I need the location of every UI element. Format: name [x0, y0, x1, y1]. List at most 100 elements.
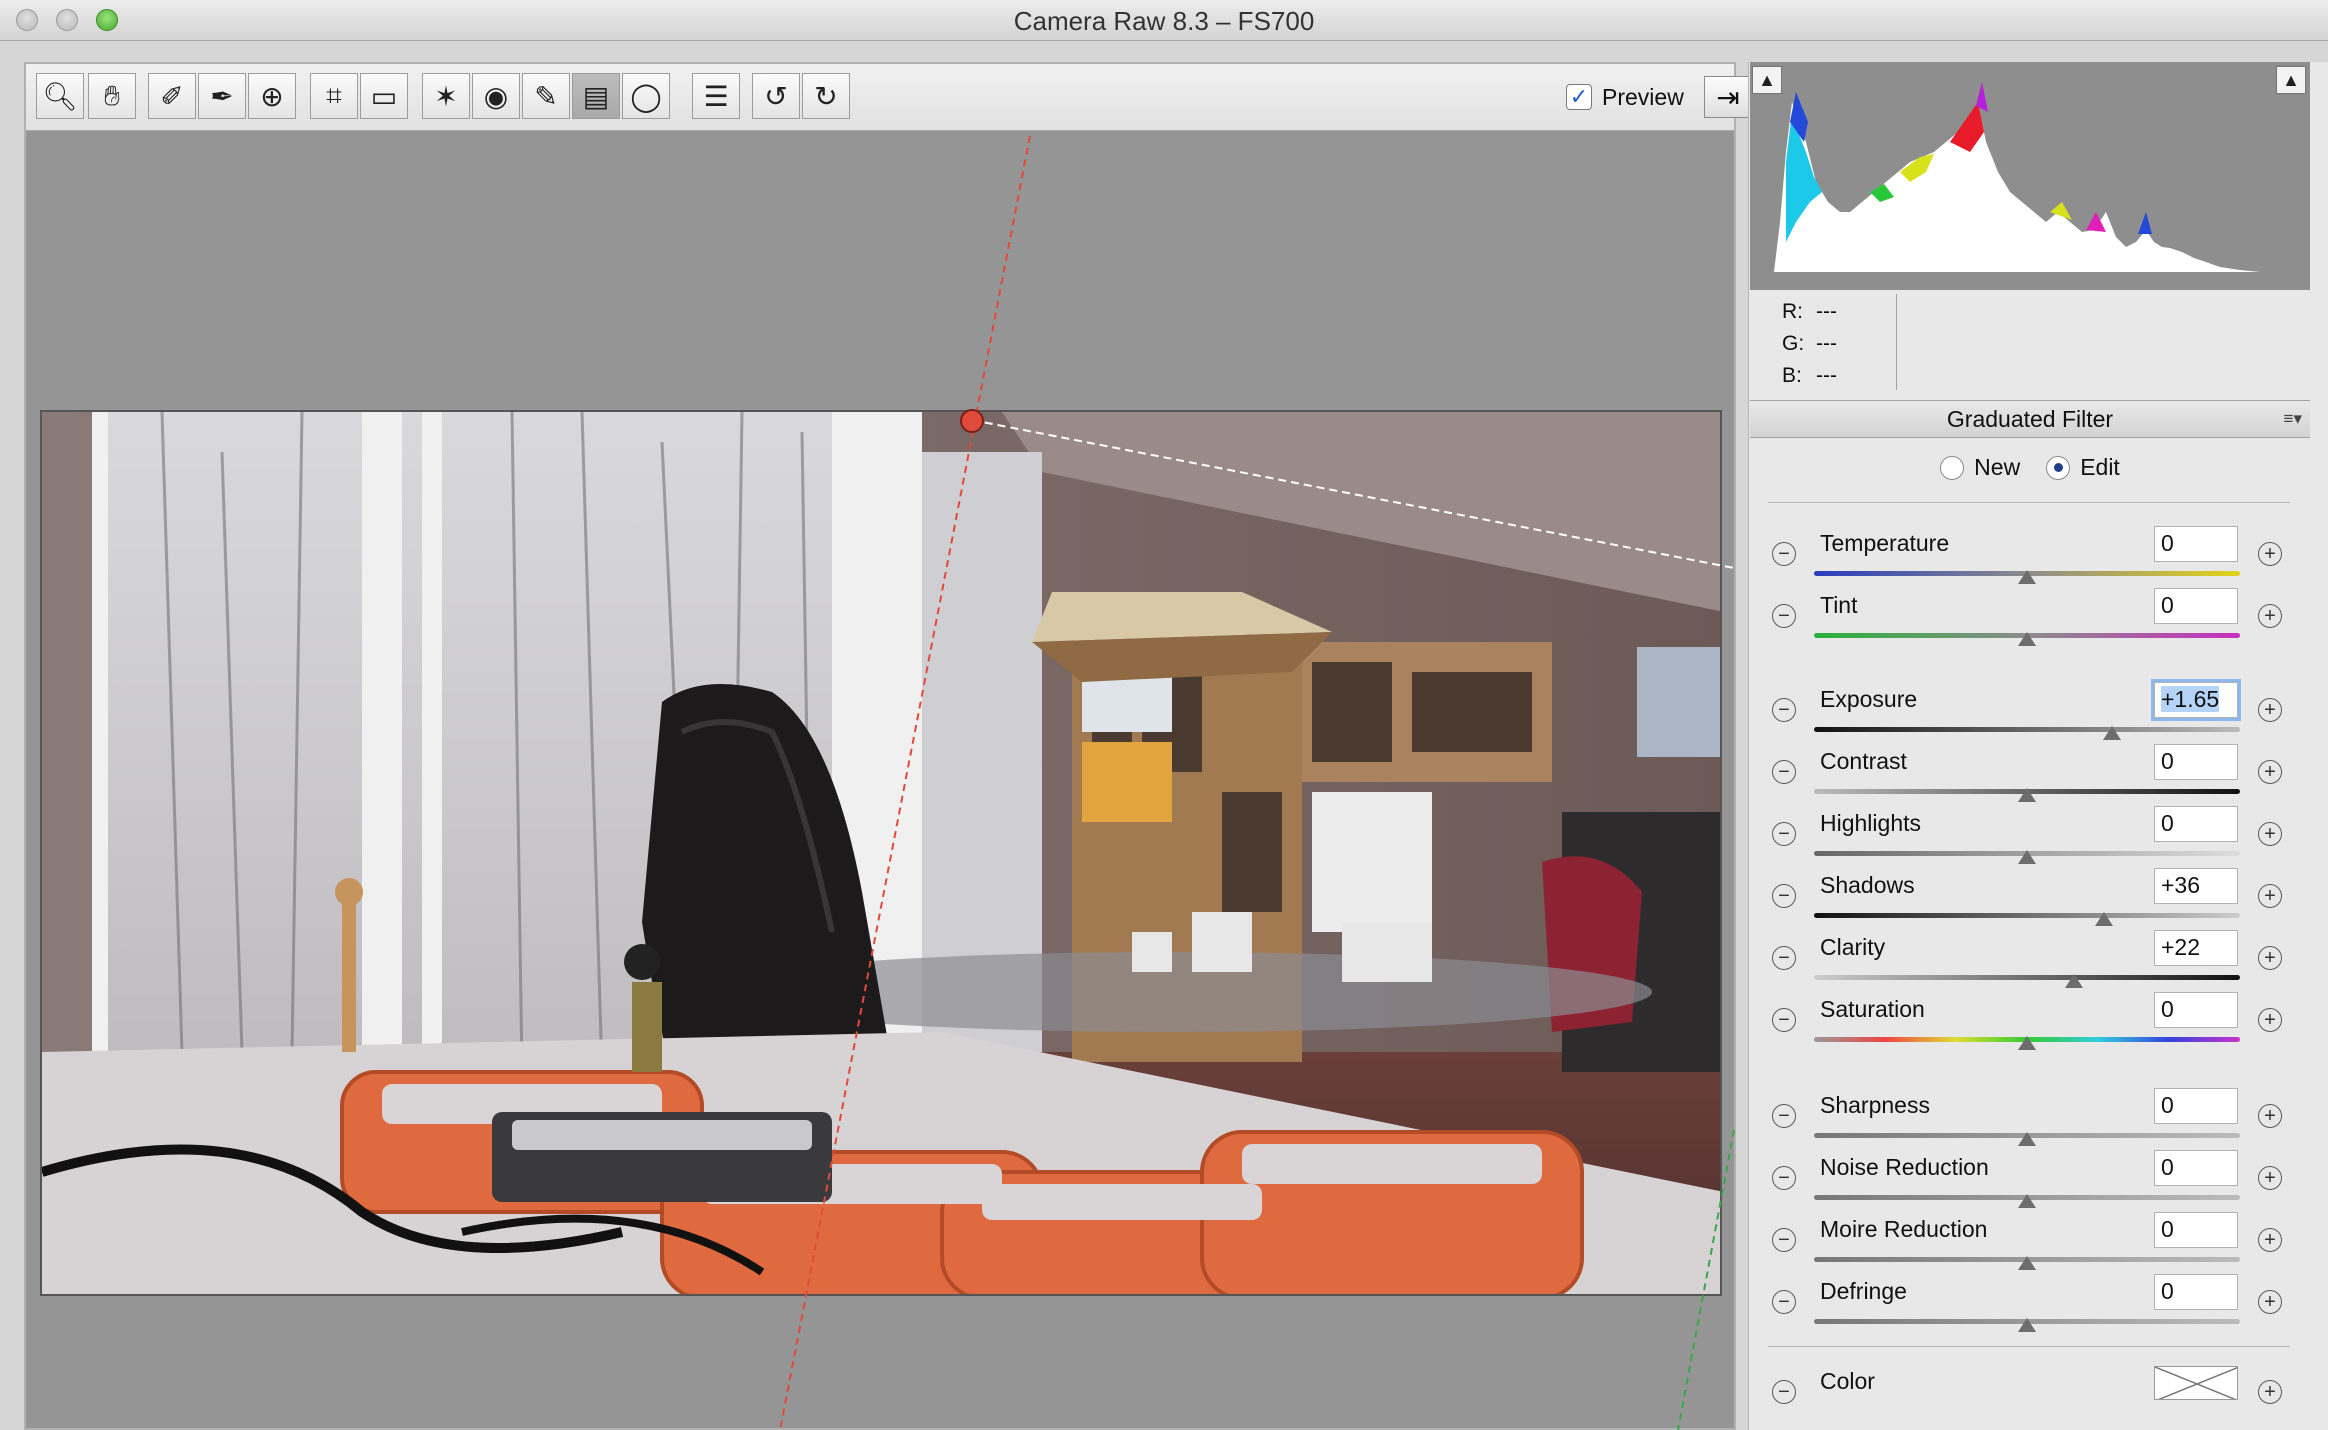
noise-reduction-slider-row: − Noise Reduction 0 + — [1770, 1150, 2310, 1212]
minus-icon[interactable]: − — [1772, 1104, 1796, 1128]
exposure-slider-track[interactable] — [1814, 727, 2240, 732]
straighten-tool-icon[interactable]: ▭ — [360, 73, 408, 119]
contrast-slider-thumb[interactable] — [2018, 788, 2036, 802]
plus-icon[interactable]: + — [2258, 760, 2282, 784]
plus-icon[interactable]: + — [2258, 884, 2282, 908]
contrast-slider-row: − Contrast 0 + — [1770, 744, 2310, 806]
preview-checkbox[interactable]: ✓ — [1566, 84, 1592, 110]
sharpness-slider-thumb[interactable] — [2018, 1132, 2036, 1146]
saturation-slider-row: − Saturation 0 + — [1770, 992, 2310, 1054]
plus-icon[interactable]: + — [2258, 1166, 2282, 1190]
color-sampler-tool-icon[interactable]: ✒ — [198, 73, 246, 119]
minus-icon[interactable]: − — [1772, 1008, 1796, 1032]
temperature-value-field[interactable]: 0 — [2154, 526, 2238, 562]
minus-icon[interactable]: − — [1772, 1228, 1796, 1252]
sharpness-label: Sharpness — [1820, 1092, 1930, 1118]
preview-label: Preview — [1602, 83, 1684, 110]
preview-checkbox-group[interactable]: ✓ Preview — [1566, 80, 1684, 114]
moire-reduction-label: Moire Reduction — [1820, 1216, 1988, 1242]
defringe-slider-thumb[interactable] — [2018, 1318, 2036, 1332]
graduated-filter-tool-icon[interactable]: ▤ — [572, 73, 620, 119]
minus-icon[interactable]: − — [1772, 760, 1796, 784]
mode-radio-group: New Edit — [1750, 454, 2310, 481]
radial-filter-tool-icon[interactable]: ◯ — [622, 73, 670, 119]
minus-icon[interactable]: − — [1772, 542, 1796, 566]
spot-removal-tool-icon[interactable]: ✶ — [422, 73, 470, 119]
shadow-clipping-warning-icon[interactable]: ▲ — [1752, 66, 1782, 94]
plus-icon[interactable]: + — [2258, 698, 2282, 722]
highlights-value-field[interactable]: 0 — [2154, 806, 2238, 842]
minus-icon[interactable]: − — [1772, 822, 1796, 846]
clarity-slider-thumb[interactable] — [2064, 974, 2083, 988]
clarity-value-field[interactable]: +22 — [2154, 930, 2238, 966]
color-swatch[interactable] — [2154, 1366, 2238, 1400]
highlight-clipping-warning-icon[interactable]: ▲ — [2276, 66, 2306, 94]
mode-new-radio[interactable] — [1940, 455, 1965, 480]
white-balance-tool-icon[interactable]: ✐ — [148, 73, 196, 119]
exposure-value-field[interactable]: +1.65 — [2154, 682, 2238, 718]
photo-image — [42, 412, 1720, 1294]
plus-icon[interactable]: + — [2258, 1380, 2282, 1404]
red-eye-tool-icon[interactable]: ◉ — [472, 73, 520, 119]
highlights-label: Highlights — [1820, 810, 1921, 836]
mode-edit-radio[interactable] — [2046, 455, 2071, 480]
tint-slider-thumb[interactable] — [2018, 632, 2036, 646]
plus-icon[interactable]: + — [2258, 822, 2282, 846]
minus-icon[interactable]: − — [1772, 884, 1796, 908]
mode-new-label[interactable]: New — [1974, 454, 2020, 481]
rgb-readout: R: --- G: --- B: --- — [1782, 296, 1837, 392]
moire-reduction-value-field[interactable]: 0 — [2154, 1212, 2238, 1248]
panel-menu-icon[interactable]: ≡▾ — [2284, 401, 2302, 437]
exposure-slider-thumb[interactable] — [2103, 726, 2122, 740]
minus-icon[interactable]: − — [1772, 604, 1796, 628]
minus-icon[interactable]: − — [1772, 946, 1796, 970]
plus-icon[interactable]: + — [2258, 1008, 2282, 1032]
temperature-label: Temperature — [1820, 530, 1950, 556]
plus-icon[interactable]: + — [2258, 1104, 2282, 1128]
rotate-cw-icon[interactable]: ↻ — [802, 73, 850, 119]
tint-slider-row: − Tint 0 + — [1770, 588, 2310, 650]
shadows-slider-track[interactable] — [1814, 913, 2240, 918]
clarity-slider-track[interactable] — [1814, 975, 2240, 980]
title-bar: Camera Raw 8.3 – FS700 — [0, 0, 2328, 41]
plus-icon[interactable]: + — [2258, 1228, 2282, 1252]
temperature-slider-thumb[interactable] — [2018, 570, 2036, 584]
contrast-value-field[interactable]: 0 — [2154, 744, 2238, 780]
shadows-value-field[interactable]: +36 — [2154, 868, 2238, 904]
photo-preview[interactable] — [40, 410, 1722, 1296]
rotate-ccw-icon[interactable]: ↺ — [752, 73, 800, 119]
adjustment-brush-tool-icon[interactable]: ✎ — [522, 73, 570, 119]
sharpness-value-field[interactable]: 0 — [2154, 1088, 2238, 1124]
hand-tool-icon[interactable]: ✋︎ — [88, 73, 136, 119]
plus-icon[interactable]: + — [2258, 542, 2282, 566]
b-label: B: — [1782, 364, 1802, 387]
g-value: --- — [1816, 332, 1837, 355]
highlights-slider-thumb[interactable] — [2018, 850, 2036, 864]
minus-icon[interactable]: − — [1772, 698, 1796, 722]
tint-value-field[interactable]: 0 — [2154, 588, 2238, 624]
saturation-value-field[interactable]: 0 — [2154, 992, 2238, 1028]
moire-reduction-slider-thumb[interactable] — [2018, 1256, 2036, 1270]
zoom-tool-icon[interactable]: 🔍︎ — [36, 73, 84, 119]
fullscreen-toggle-icon[interactable]: ⇥ — [1704, 76, 1752, 118]
minus-icon[interactable]: − — [1772, 1166, 1796, 1190]
color-row: − Color + — [1770, 1364, 2310, 1426]
preferences-tool-icon[interactable]: ☰ — [692, 73, 740, 119]
crop-tool-icon[interactable]: ⌗ — [310, 73, 358, 119]
exposure-slider-row: − Exposure +1.65 + — [1770, 682, 2310, 744]
minus-icon[interactable]: − — [1772, 1380, 1796, 1404]
histogram-graph — [1770, 82, 2290, 272]
targeted-adjustment-tool-icon[interactable]: ⊕ — [248, 73, 296, 119]
sharpness-slider-row: − Sharpness 0 + — [1770, 1088, 2310, 1150]
minus-icon[interactable]: − — [1772, 1290, 1796, 1314]
plus-icon[interactable]: + — [2258, 946, 2282, 970]
clarity-label: Clarity — [1820, 934, 1886, 960]
plus-icon[interactable]: + — [2258, 604, 2282, 628]
plus-icon[interactable]: + — [2258, 1290, 2282, 1314]
noise-reduction-value-field[interactable]: 0 — [2154, 1150, 2238, 1186]
shadows-slider-thumb[interactable] — [2094, 912, 2113, 926]
defringe-value-field[interactable]: 0 — [2154, 1274, 2238, 1310]
saturation-slider-thumb[interactable] — [2018, 1036, 2036, 1050]
mode-edit-label[interactable]: Edit — [2080, 454, 2120, 481]
noise-reduction-slider-thumb[interactable] — [2018, 1194, 2036, 1208]
